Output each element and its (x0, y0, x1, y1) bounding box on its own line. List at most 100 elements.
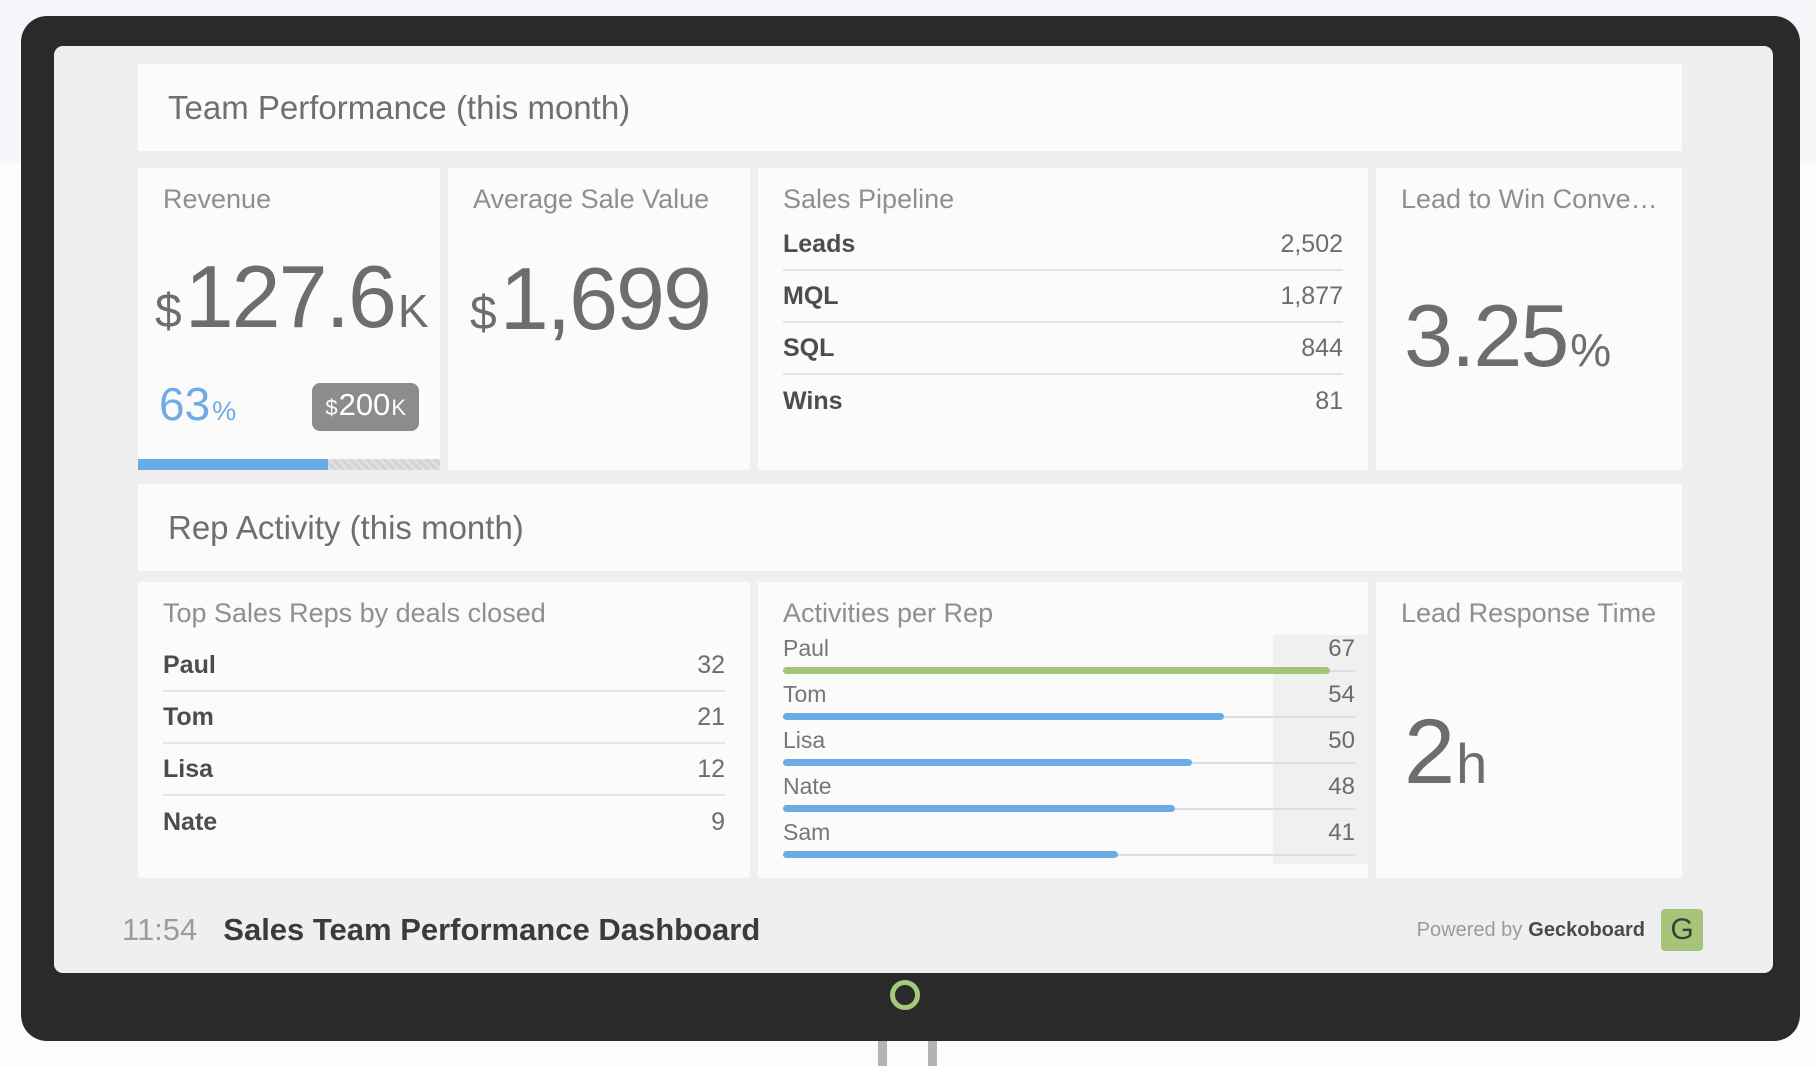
card-title: Lead to Win Conve… (1401, 184, 1662, 215)
bar-track (783, 759, 1355, 766)
brand-name: Geckoboard (1528, 919, 1645, 942)
chart-value-label: 54 (1328, 681, 1355, 709)
card-title: Top Sales Reps by deals closed (163, 598, 730, 629)
tv-stand-leg (928, 1041, 937, 1066)
table-row: MQL 1,877 (783, 271, 1343, 323)
top-reps-table: Paul 32 Tom 21 Lisa 12 Nate 9 (163, 640, 725, 848)
bar (783, 713, 1224, 720)
bar (783, 667, 1330, 674)
chart-value-label: 67 (1328, 635, 1355, 663)
revenue-number: 127.6 (185, 246, 395, 348)
bar-track (783, 851, 1355, 858)
chart-row: Nate 48 (783, 773, 1355, 814)
row-value: 21 (697, 703, 725, 732)
card-title: Lead Response Time (1401, 598, 1662, 629)
card-top-sales-reps: Top Sales Reps by deals closed Paul 32 T… (138, 582, 750, 878)
row-label: Lisa (163, 755, 213, 784)
card-average-sale-value: Average Sale Value $ 1,699 (448, 168, 750, 470)
section-header-team-performance: Team Performance (this month) (138, 64, 1682, 151)
average-sale-number: 1,699 (500, 248, 710, 350)
row-value: 32 (697, 651, 725, 680)
card-revenue: Revenue $ 127.6 K 63 % $ 200 K (138, 168, 440, 470)
revenue-progress-fill (138, 459, 328, 470)
percent-symbol: % (212, 396, 236, 427)
lead-response-unit: h (1456, 731, 1487, 796)
chart-row: Paul 67 (783, 635, 1355, 676)
lead-to-win-number: 3.25 (1404, 285, 1567, 387)
chart-row: Lisa 50 (783, 727, 1355, 768)
activities-bar-chart: Paul 67 Tom 54 Lisa 50 (783, 635, 1355, 864)
revenue-percent: 63 % (159, 377, 236, 431)
goal-unit: K (391, 395, 406, 421)
lead-to-win-unit: % (1570, 323, 1611, 377)
table-row: Lisa 12 (163, 744, 725, 796)
revenue-value: $ 127.6 K (155, 246, 429, 348)
card-title: Sales Pipeline (783, 184, 1348, 215)
row-label: Nate (163, 808, 217, 837)
card-title: Activities per Rep (783, 598, 1348, 629)
powered-by-label: Powered by (1417, 919, 1523, 942)
tv-bezel: Team Performance (this month) Revenue $ … (21, 16, 1800, 1041)
section-title: Rep Activity (this month) (168, 509, 524, 547)
chart-row: Sam 41 (783, 819, 1355, 860)
table-row: SQL 844 (783, 323, 1343, 375)
card-lead-response-time: Lead Response Time 2 h (1376, 582, 1682, 878)
row-value: 81 (1315, 387, 1343, 416)
bar (783, 805, 1175, 812)
power-indicator-ring (890, 980, 920, 1010)
clock: 11:54 (122, 912, 197, 948)
revenue-progress-track (138, 459, 440, 470)
table-row: Wins 81 (783, 375, 1343, 427)
dashboard-title: Sales Team Performance Dashboard (223, 912, 760, 948)
goal-number: 200 (338, 387, 392, 423)
tv-stand-leg (878, 1041, 887, 1066)
table-row: Nate 9 (163, 796, 725, 848)
row-label: Tom (163, 703, 214, 732)
bar (783, 759, 1192, 766)
chart-category-label: Nate (783, 773, 832, 800)
row-label: Leads (783, 230, 855, 259)
section-title: Team Performance (this month) (168, 89, 630, 127)
table-row: Paul 32 (163, 640, 725, 692)
currency-symbol: $ (470, 286, 497, 341)
row-value: 9 (711, 808, 725, 837)
chart-category-label: Lisa (783, 727, 825, 754)
average-sale-value: $ 1,699 (470, 248, 710, 350)
bar-track (783, 713, 1355, 720)
chart-category-label: Tom (783, 681, 826, 708)
chart-row: Tom 54 (783, 681, 1355, 722)
row-label: MQL (783, 282, 839, 311)
lead-response-number: 2 (1404, 700, 1453, 805)
card-title: Revenue (163, 184, 420, 215)
row-value: 2,502 (1280, 230, 1343, 259)
revenue-goal-badge: $ 200 K (312, 383, 419, 431)
chart-value-label: 50 (1328, 727, 1355, 755)
chart-value-label: 41 (1328, 819, 1355, 847)
dashboard-screen: Team Performance (this month) Revenue $ … (54, 46, 1773, 973)
chart-category-label: Sam (783, 819, 830, 846)
row-label: Paul (163, 651, 216, 680)
goal-currency: $ (325, 395, 337, 421)
geckoboard-logo-icon: G (1661, 909, 1703, 951)
section-header-rep-activity: Rep Activity (this month) (138, 484, 1682, 571)
dashboard-footer: 11:54 Sales Team Performance Dashboard P… (54, 892, 1773, 968)
lead-response-value: 2 h (1404, 700, 1487, 805)
bar (783, 851, 1118, 858)
lead-to-win-value: 3.25 % (1404, 285, 1611, 387)
row-label: Wins (783, 387, 843, 416)
row-value: 12 (697, 755, 725, 784)
card-lead-to-win: Lead to Win Conve… 3.25 % (1376, 168, 1682, 470)
revenue-unit: K (398, 284, 429, 338)
card-activities-per-rep: Activities per Rep Paul 67 Tom 54 (758, 582, 1368, 878)
logo-letter: G (1670, 913, 1693, 947)
row-value: 844 (1301, 334, 1343, 363)
percent-number: 63 (159, 377, 210, 431)
chart-value-label: 48 (1328, 773, 1355, 801)
currency-symbol: $ (155, 284, 182, 339)
table-row: Tom 21 (163, 692, 725, 744)
bar-track (783, 805, 1355, 812)
table-row: Leads 2,502 (783, 219, 1343, 271)
pipeline-table: Leads 2,502 MQL 1,877 SQL 844 Wins 81 (783, 219, 1343, 427)
bar-track (783, 667, 1355, 674)
chart-category-label: Paul (783, 635, 829, 662)
